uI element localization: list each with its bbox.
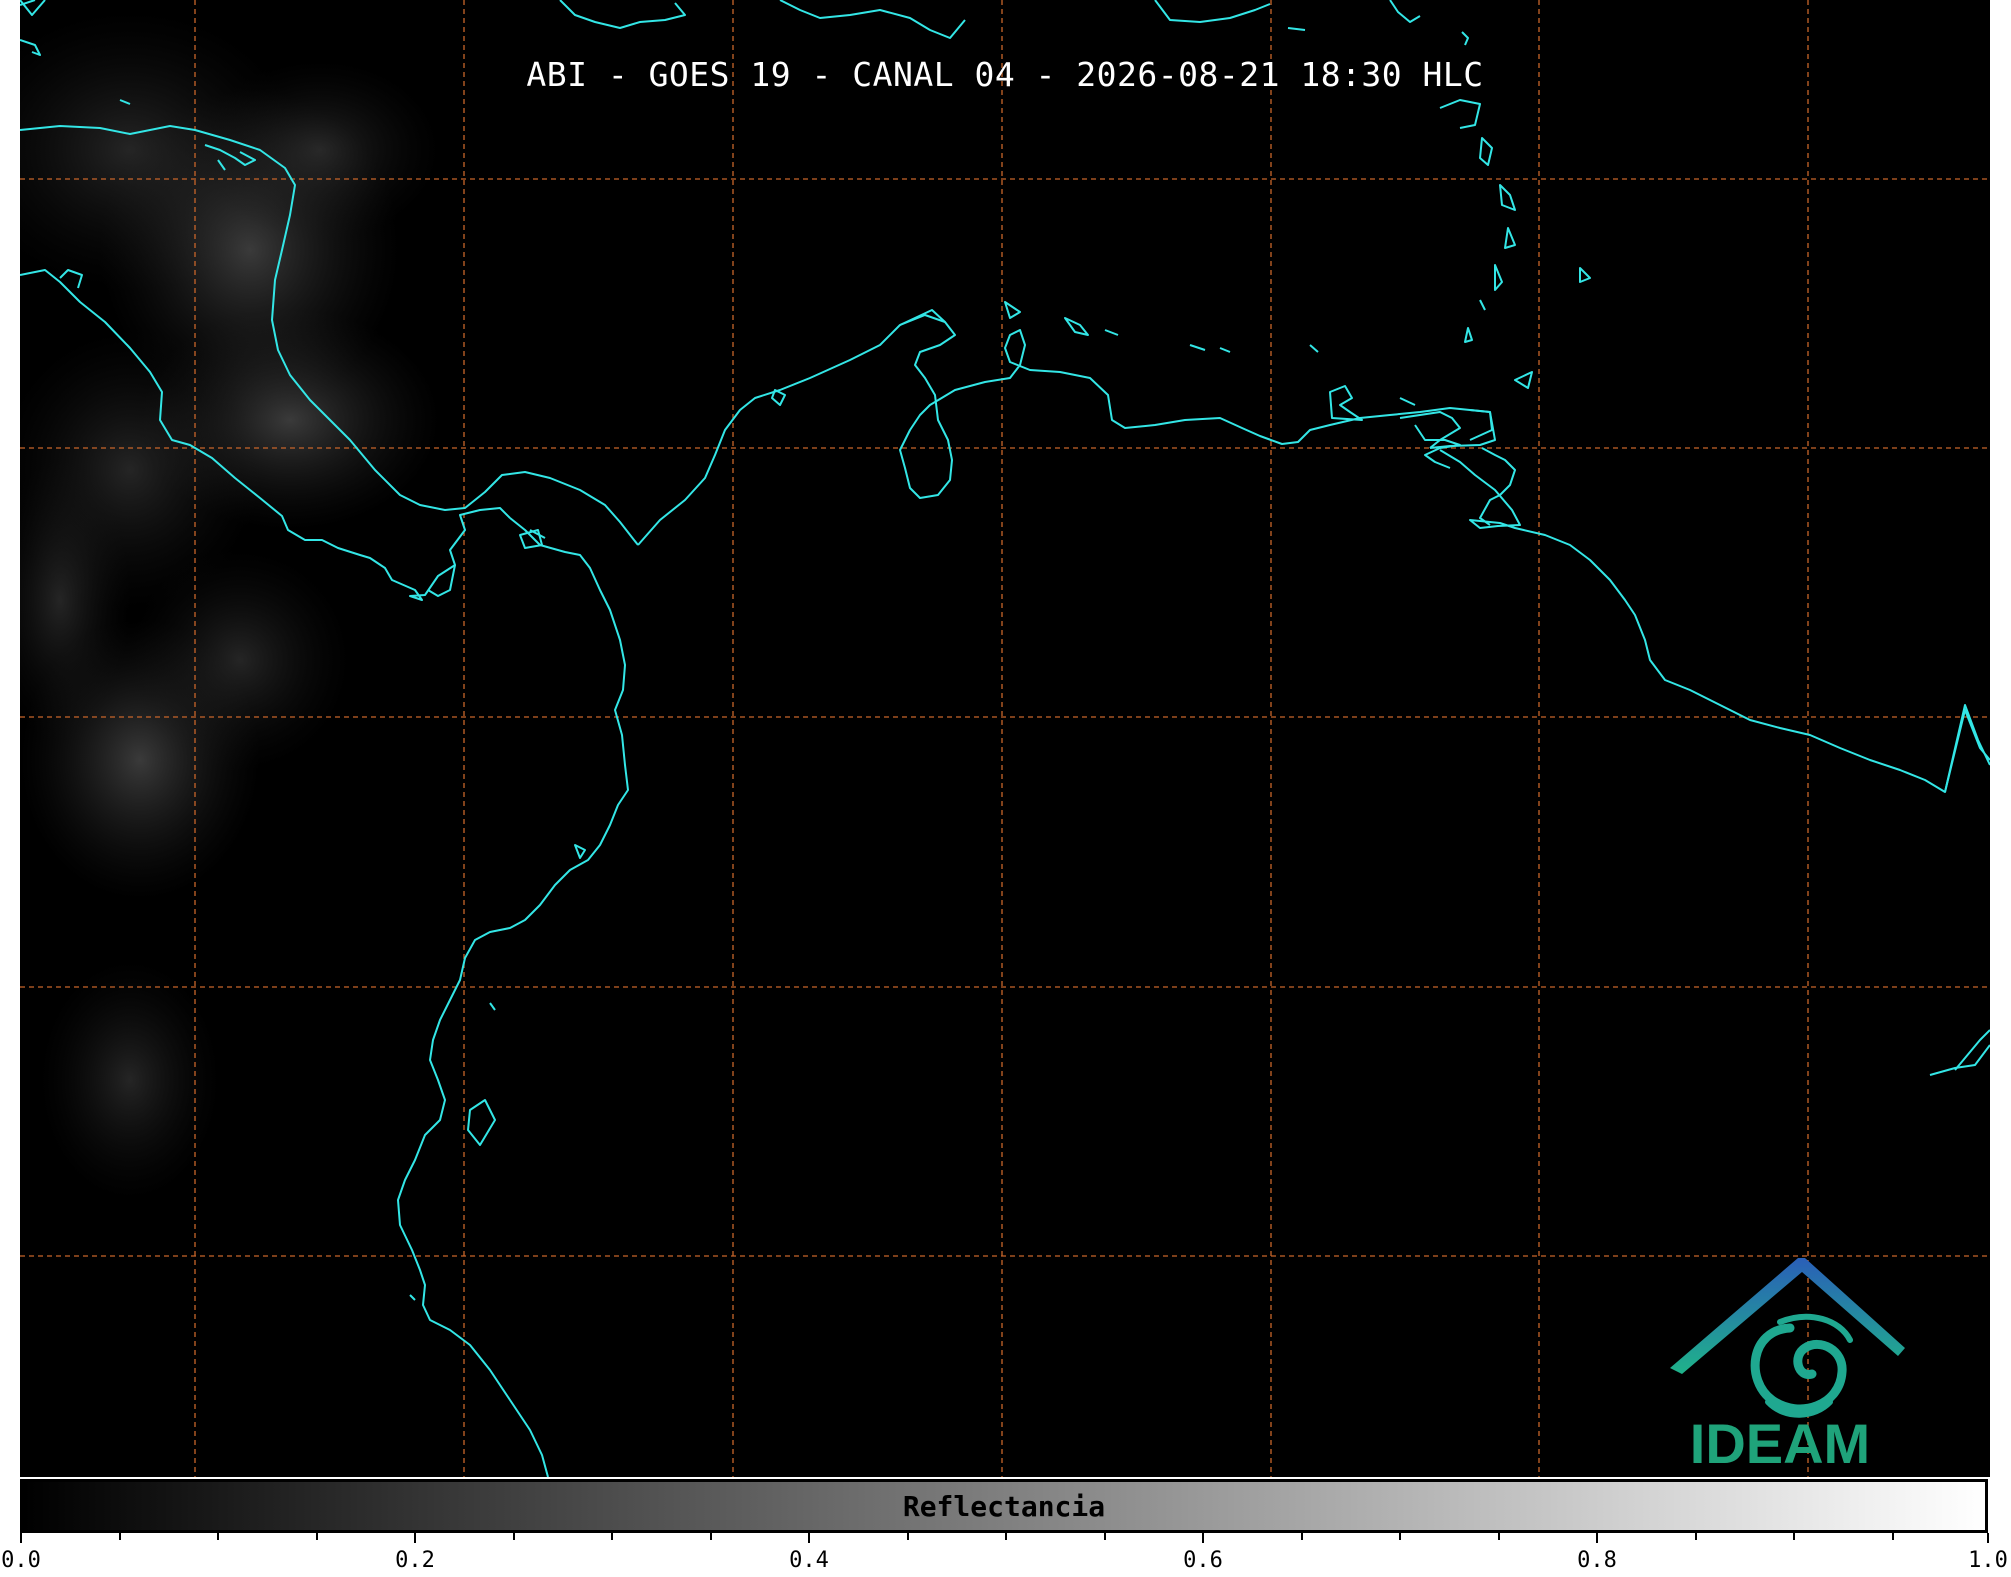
colorbar-tick-label: 0.8 [1577, 1548, 1617, 1573]
colorbar-ticks [20, 1533, 1989, 1543]
map-frame: IDEAM ABI - GOES 19 - CANAL 04 - 2026-08… [20, 0, 1990, 1477]
colorbar-tick-label: 0.0 [1, 1548, 41, 1573]
satellite-map-figure: IDEAM ABI - GOES 19 - CANAL 04 - 2026-08… [0, 0, 2011, 1577]
ideam-logo: IDEAM [1670, 1258, 1905, 1475]
logo-spiral-icon [1750, 1313, 1853, 1418]
logo-roof-icon [1670, 1258, 1905, 1374]
colorbar: Reflectancia [20, 1479, 1988, 1533]
colorbar-label: Reflectancia [902, 1489, 1106, 1523]
colorbar-tick-label: 1.0 [1968, 1548, 2008, 1573]
colorbar-tick-label: 0.6 [1183, 1548, 1223, 1573]
map-title: ABI - GOES 19 - CANAL 04 - 2026-08-21 18… [526, 55, 1484, 94]
colorbar-tick-label: 0.4 [789, 1548, 829, 1573]
cloud-cover [20, 10, 440, 1200]
map-canvas: IDEAM [20, 0, 1990, 1477]
colorbar-tick-label: 0.2 [395, 1548, 435, 1573]
logo-text: IDEAM [1690, 1412, 1870, 1475]
